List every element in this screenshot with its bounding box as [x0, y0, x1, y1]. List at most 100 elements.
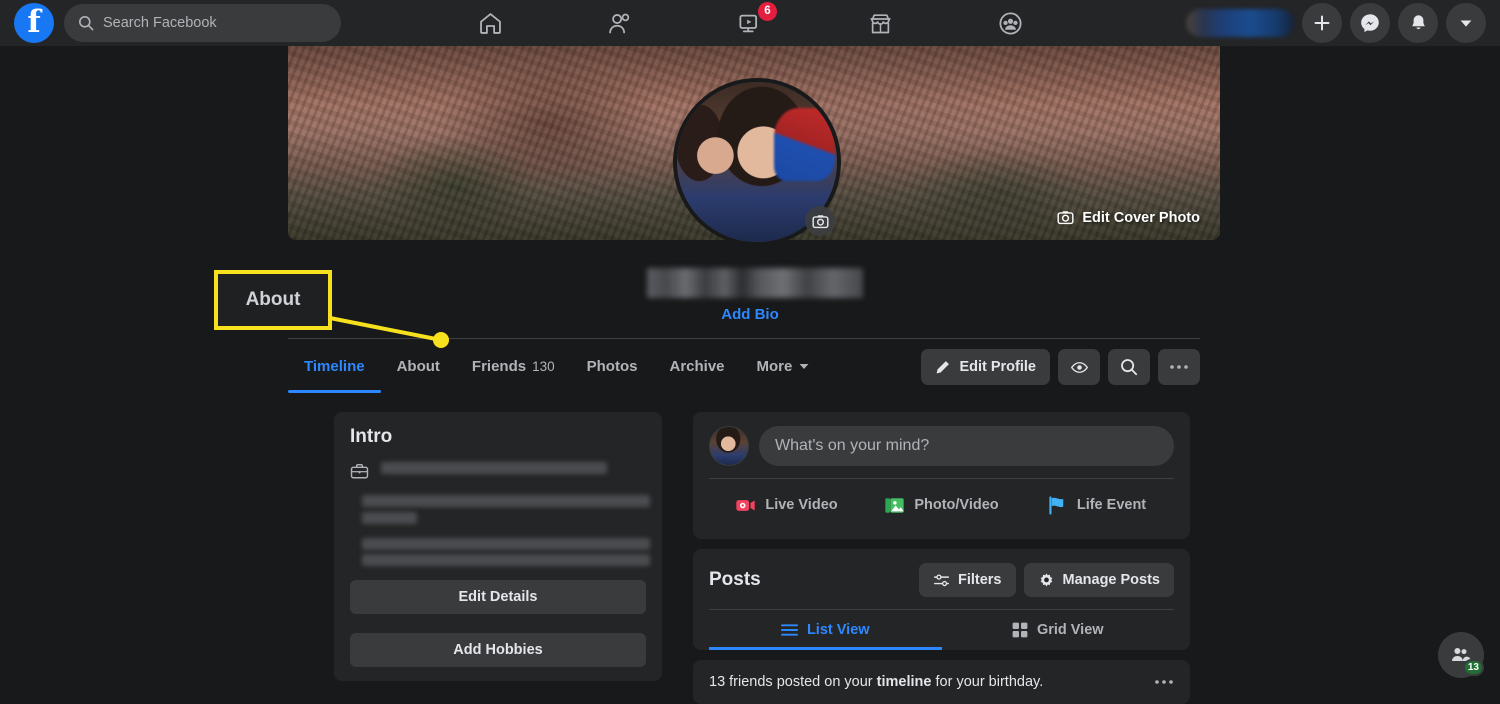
nav-right-group — [1186, 0, 1486, 46]
account-name-redacted[interactable] — [1186, 9, 1294, 37]
chevron-down-icon — [1457, 14, 1475, 32]
life-event-icon — [1047, 495, 1068, 516]
friends-icon — [607, 10, 634, 37]
briefcase-icon — [350, 462, 369, 481]
nav-tab-friends[interactable] — [570, 0, 670, 46]
posts-header: Posts Filters Manage Posts — [709, 563, 1174, 597]
tab-archive-label: Archive — [669, 358, 724, 375]
nav-center-tabs: 6 — [440, 0, 1060, 46]
profile-more-button[interactable] — [1158, 349, 1200, 385]
post-item: 13 friends posted on your timeline for y… — [693, 660, 1190, 704]
filters-button[interactable]: Filters — [919, 563, 1016, 597]
tab-archive[interactable]: Archive — [653, 339, 740, 393]
post-menu-button[interactable] — [1154, 679, 1174, 685]
home-icon — [477, 10, 504, 37]
manage-posts-button[interactable]: Manage Posts — [1024, 563, 1175, 597]
photo-video-button[interactable]: Photo/Video — [864, 485, 1019, 525]
post-composer-card: What's on your mind? Live Video — [693, 412, 1190, 539]
intro-row — [350, 538, 646, 566]
nav-tab-marketplace[interactable] — [830, 0, 930, 46]
posts-view-tabs: List View Grid View — [709, 609, 1174, 650]
tab-more[interactable]: More — [741, 339, 827, 393]
intro-title: Intro — [350, 426, 646, 448]
tab-friends-label: Friends — [472, 358, 526, 375]
profile-action-buttons: Edit Profile — [921, 349, 1200, 385]
composer-input[interactable]: What's on your mind? — [759, 426, 1174, 466]
tab-about[interactable]: About — [381, 339, 456, 393]
view-as-button[interactable] — [1058, 349, 1100, 385]
messenger-button[interactable] — [1350, 3, 1390, 43]
grid-view-label: Grid View — [1037, 622, 1104, 638]
posts-card: Posts Filters Manage Posts — [693, 549, 1190, 650]
live-video-icon — [735, 495, 756, 516]
avatar[interactable] — [673, 78, 841, 246]
create-button[interactable] — [1302, 3, 1342, 43]
composer-top-row: What's on your mind? — [709, 426, 1174, 466]
edit-cover-photo-button[interactable]: Edit Cover Photo — [1057, 209, 1200, 226]
live-video-button[interactable]: Live Video — [709, 485, 864, 525]
nav-left-group: Search Facebook — [0, 3, 341, 43]
search-placeholder: Search Facebook — [103, 15, 217, 31]
tab-friends-count: 130 — [532, 359, 555, 374]
add-hobbies-button[interactable]: Add Hobbies — [350, 633, 646, 667]
ellipsis-icon — [1169, 364, 1189, 370]
search-icon — [1120, 358, 1138, 376]
annotation-callout-about: About — [214, 270, 332, 330]
profile-tab-bar: Timeline About Friends 130 Photos Archiv… — [288, 339, 1200, 393]
edit-profile-picture-button[interactable] — [805, 206, 835, 236]
tab-timeline[interactable]: Timeline — [288, 339, 381, 393]
edit-profile-label: Edit Profile — [959, 359, 1036, 375]
tab-photos-label: Photos — [587, 358, 638, 375]
video-badge: 6 — [758, 2, 777, 21]
posts-title: Posts — [709, 569, 919, 591]
intro-row — [350, 495, 646, 524]
composer-avatar[interactable] — [709, 426, 749, 466]
chevron-down-icon — [798, 360, 810, 372]
pencil-icon — [935, 359, 951, 375]
composer-placeholder: What's on your mind? — [775, 437, 929, 455]
annotation-callout-label: About — [246, 289, 301, 311]
tab-photos[interactable]: Photos — [571, 339, 654, 393]
facebook-logo[interactable] — [14, 3, 54, 43]
messenger-icon — [1359, 12, 1381, 34]
right-column: What's on your mind? Live Video — [693, 412, 1190, 704]
composer-divider — [709, 478, 1174, 479]
live-video-label: Live Video — [765, 497, 837, 513]
tab-about-label: About — [397, 358, 440, 375]
nav-tab-home[interactable] — [440, 0, 540, 46]
search-input[interactable]: Search Facebook — [64, 4, 341, 42]
photo-video-icon — [884, 495, 905, 516]
edit-profile-button[interactable]: Edit Profile — [921, 349, 1050, 385]
marketplace-icon — [867, 10, 894, 37]
nav-tab-video[interactable]: 6 — [700, 0, 800, 46]
top-navigation-bar: Search Facebook 6 — [0, 0, 1500, 46]
sliders-icon — [933, 572, 950, 589]
intro-card: Intro — [334, 412, 662, 681]
intro-row — [350, 462, 646, 481]
grid-view-tab[interactable]: Grid View — [942, 610, 1175, 650]
nav-tab-groups[interactable] — [960, 0, 1060, 46]
list-view-label: List View — [807, 622, 870, 638]
groups-icon — [997, 10, 1024, 37]
eye-icon — [1070, 358, 1089, 377]
edit-details-button[interactable]: Edit Details — [350, 580, 646, 614]
account-menu-button[interactable] — [1446, 3, 1486, 43]
contacts-chat-button[interactable]: 13 — [1438, 632, 1484, 678]
list-view-tab[interactable]: List View — [709, 610, 942, 650]
ellipsis-icon — [1154, 679, 1174, 685]
composer-actions: Live Video Photo/Video — [709, 485, 1174, 525]
tab-timeline-label: Timeline — [304, 358, 365, 375]
plus-icon — [1312, 13, 1332, 33]
intro-row-text — [381, 462, 607, 474]
photo-video-label: Photo/Video — [914, 497, 998, 513]
edit-cover-photo-label: Edit Cover Photo — [1082, 210, 1200, 226]
notifications-button[interactable] — [1398, 3, 1438, 43]
grid-icon — [1012, 622, 1028, 638]
filters-label: Filters — [958, 572, 1002, 588]
camera-icon — [1057, 209, 1074, 226]
tab-friends[interactable]: Friends 130 — [456, 339, 571, 393]
life-event-button[interactable]: Life Event — [1019, 485, 1174, 525]
camera-icon — [812, 213, 829, 230]
profile-search-button[interactable] — [1108, 349, 1150, 385]
contacts-badge: 13 — [1463, 659, 1484, 676]
